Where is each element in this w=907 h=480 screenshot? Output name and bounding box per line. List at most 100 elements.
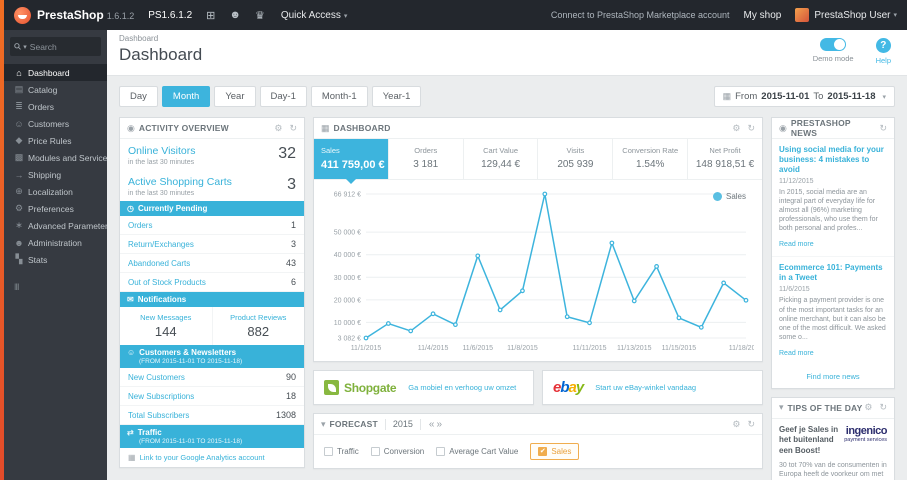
kpi-cart-value[interactable]: Cart Value 129,44 €: [464, 139, 539, 179]
active-carts-value: 3: [287, 176, 296, 193]
forecast-next-button[interactable]: »: [436, 419, 442, 430]
active-carts-link[interactable]: Active Shopping Carts: [128, 176, 232, 188]
cart-icon[interactable]: ⊞: [206, 9, 215, 22]
kpi-orders[interactable]: Orders 3 181: [389, 139, 464, 179]
gear-icon[interactable]: ⚙: [274, 123, 282, 134]
forecast-prev-button[interactable]: «: [429, 419, 435, 430]
chevron-down-icon[interactable]: ▾: [321, 419, 326, 430]
sidebar-item-catalog[interactable]: ▤ Catalog: [4, 81, 107, 98]
ebay-ad-link[interactable]: Start uw eBay-winkel vandaag: [595, 383, 696, 392]
find-more-news-link[interactable]: Find more news: [772, 365, 894, 388]
forecast-metric-sales[interactable]: ✔ Sales: [530, 443, 580, 460]
sidebar-item-customers[interactable]: ☺ Customers: [4, 115, 107, 132]
refresh-icon[interactable]: ↻: [879, 123, 887, 134]
online-visitors-sub: in the last 30 minutes: [128, 159, 195, 166]
svg-text:10 000 €: 10 000 €: [334, 320, 361, 327]
news-headline-link[interactable]: Using social media for your business: 4 …: [779, 145, 887, 175]
currently-pending-header: ◷ Currently Pending: [120, 201, 304, 216]
chevron-down-icon: ▾: [893, 12, 897, 19]
range-day-1-button[interactable]: Day-1: [259, 86, 307, 107]
my-shop-link[interactable]: My shop: [744, 10, 782, 21]
sidebar-item-preferences[interactable]: ⚙ Preferences: [4, 200, 107, 217]
product-reviews-cell[interactable]: Product Reviews 882: [211, 307, 305, 345]
refresh-icon[interactable]: ↻: [879, 402, 887, 413]
sidebar-item-shipping[interactable]: → Shipping: [4, 166, 107, 183]
online-visitors-link[interactable]: Online Visitors: [128, 145, 196, 157]
sidebar-item-orders[interactable]: ≣ Orders: [4, 98, 107, 115]
sidebar-item-dashboard[interactable]: ⌂ Dashboard: [4, 64, 107, 81]
forecast-metric-conversion[interactable]: Conversion: [370, 447, 424, 456]
header-controls: Demo mode ? Help: [813, 38, 891, 65]
sidebar-item-stats[interactable]: ▚ Stats: [4, 251, 107, 268]
kpi-sales[interactable]: Sales 411 759,00 €: [314, 139, 389, 184]
total-subscribers-row[interactable]: Total Subscribers 1308: [120, 406, 304, 425]
kpi-net-profit[interactable]: Net Profit 148 918,51 €: [688, 139, 762, 179]
range-year-1-button[interactable]: Year-1: [371, 86, 422, 107]
employees-icon[interactable]: ☻: [229, 9, 241, 21]
date-range-picker[interactable]: ▦ From 2015-11-01 To 2015-11-18 ▾: [713, 86, 895, 107]
active-carts-row[interactable]: Active Shopping Carts in the last 30 min…: [120, 170, 304, 201]
kpi-visits[interactable]: Visits 205 939: [538, 139, 614, 179]
sidebar-item-modules[interactable]: ▩ Modules and Services: [4, 149, 107, 166]
refresh-icon[interactable]: ↻: [747, 419, 755, 430]
new-subscriptions-row[interactable]: New Subscriptions 18: [120, 387, 304, 406]
sidebar-item-administration[interactable]: ☻ Administration: [4, 234, 107, 251]
forecast-metric-average-cart-value[interactable]: Average Cart Value: [436, 447, 518, 456]
range-day-button[interactable]: Day: [119, 86, 158, 107]
topbar: PrestaShop 1.6.1.2 PS1.6.1.2 ⊞ ☻ ♛ Quick …: [4, 0, 907, 30]
new-customers-row[interactable]: New Customers 90: [120, 368, 304, 387]
gear-icon[interactable]: ⚙: [732, 419, 740, 430]
pending-orders-row[interactable]: Orders 1: [120, 216, 304, 235]
read-more-link[interactable]: Read more: [779, 241, 814, 248]
news-headline-link[interactable]: Ecommerce 101: Payments in a Tweet: [779, 263, 887, 283]
analytics-icon: ▦: [128, 453, 136, 462]
customers-icon: ☺: [14, 118, 24, 129]
prestashop-logo-icon[interactable]: [14, 6, 31, 24]
sidebar-item-localization[interactable]: ⊕ Localization: [4, 183, 107, 200]
dashboard-panel-header: ▦ DASHBOARD ⚙ ↻: [314, 118, 762, 139]
tips-body: Geef je Sales in het buitenland een Boos…: [772, 419, 894, 480]
sales-chart[interactable]: 66 912 € 50 000 € 40 000 € 30 000 € 20 000 €…: [314, 180, 764, 361]
out-of-stock-row[interactable]: Out of Stock Products 6: [120, 273, 304, 292]
sidebar-item-advanced-parameters[interactable]: ∗ Advanced Parameters: [4, 217, 107, 234]
marketplace-link[interactable]: Connect to PrestaShop Marketplace accoun…: [551, 10, 730, 20]
search-scope-caret-icon[interactable]: ▾: [23, 43, 27, 51]
forecast-year: 2015: [392, 419, 413, 429]
pending-returns-row[interactable]: Return/Exchanges 3: [120, 235, 304, 254]
chart-legend[interactable]: Sales: [712, 192, 746, 201]
new-messages-cell[interactable]: New Messages 144: [120, 307, 212, 345]
news-article: Using social media for your business: 4 …: [772, 139, 894, 256]
read-more-link[interactable]: Read more: [779, 350, 814, 357]
kpi-conversion-rate[interactable]: Conversion Rate 1.54%: [613, 139, 689, 179]
trophy-icon[interactable]: ♛: [255, 9, 265, 22]
abandoned-carts-row[interactable]: Abandoned Carts 43: [120, 254, 304, 273]
refresh-icon[interactable]: ↻: [747, 123, 755, 134]
quick-access-menu[interactable]: Quick Access ▾: [281, 10, 348, 21]
gear-icon[interactable]: ⚙: [732, 123, 740, 134]
user-menu[interactable]: PrestaShop User ▾: [795, 8, 897, 22]
globe-icon: ⊕: [15, 186, 23, 196]
gear-icon[interactable]: ⚙: [864, 402, 872, 413]
forecast-metric-traffic[interactable]: Traffic: [324, 447, 359, 456]
sidebar-item-price-rules[interactable]: ◆ Price Rules: [4, 132, 107, 149]
dashboard-columns: ◉ ACTIVITY OVERVIEW ⚙ ↻ Online Visitors i…: [119, 117, 895, 480]
shopgate-ad-link[interactable]: Ga mobiel en verhoog uw omzet: [408, 383, 516, 392]
refresh-icon[interactable]: ↻: [289, 123, 297, 134]
search-input[interactable]: [29, 41, 97, 52]
sidebar-collapse-toggle[interactable]: ‖‖: [14, 282, 107, 292]
demo-mode-toggle[interactable]: [820, 38, 847, 51]
shop-name-link[interactable]: PS1.6.1.2: [148, 10, 192, 21]
chevron-down-icon[interactable]: ▾: [779, 402, 784, 413]
sidebar-search[interactable]: ▾: [10, 37, 101, 56]
legend-dot-icon: [712, 192, 722, 201]
brand-name: PrestaShop: [37, 8, 104, 22]
range-year-button[interactable]: Year: [214, 86, 256, 107]
help-label[interactable]: Help: [876, 56, 891, 65]
tools-icon: ∗: [15, 220, 23, 230]
online-visitors-row[interactable]: Online Visitors in the last 30 minutes 3…: [120, 139, 304, 170]
to-date: 2015-11-18: [827, 91, 876, 102]
range-month-1-button[interactable]: Month-1: [310, 86, 368, 107]
help-icon[interactable]: ?: [875, 38, 891, 53]
google-analytics-link[interactable]: ▦ Link to your Google Analytics account: [120, 448, 304, 467]
range-month-button[interactable]: Month: [161, 86, 211, 107]
